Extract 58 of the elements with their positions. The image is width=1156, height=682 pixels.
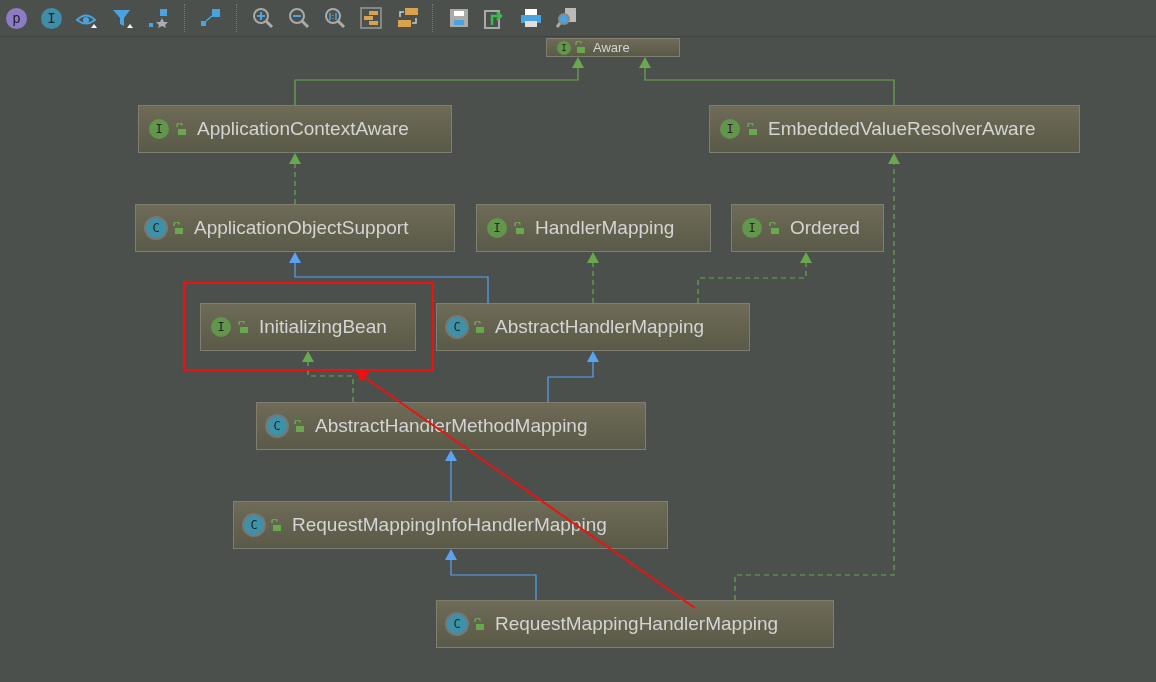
class-name: ApplicationContextAware bbox=[197, 118, 409, 140]
lock-icon bbox=[175, 122, 187, 136]
lock-icon bbox=[473, 617, 485, 631]
class-node[interactable]: I HandlerMapping bbox=[476, 204, 711, 252]
toolbar-button[interactable]: p bbox=[6, 7, 27, 29]
inheritance-arrow bbox=[445, 450, 457, 502]
interface-badge: I bbox=[720, 119, 740, 139]
actual-size-icon[interactable] bbox=[324, 7, 346, 29]
interface-badge: I bbox=[211, 317, 231, 337]
class-node[interactable]: I EmbeddedValueResolverAware bbox=[709, 105, 1080, 153]
lock-icon bbox=[237, 320, 249, 334]
class-name: InitializingBean bbox=[259, 316, 387, 338]
class-node[interactable]: I Aware bbox=[546, 38, 680, 57]
star-icon[interactable] bbox=[148, 8, 170, 28]
inheritance-arrow bbox=[302, 351, 354, 403]
zoom-out-icon[interactable] bbox=[288, 7, 310, 29]
class-node[interactable]: C ApplicationObjectSupport bbox=[135, 204, 455, 252]
toolbar-button[interactable]: I bbox=[41, 7, 62, 29]
interface-badge: I bbox=[742, 218, 762, 238]
class-name: AbstractHandlerMapping bbox=[495, 316, 705, 338]
arrows-icon[interactable] bbox=[200, 8, 222, 28]
interface-badge: I bbox=[487, 218, 507, 238]
save-icon[interactable] bbox=[449, 8, 469, 28]
print-preview-icon[interactable] bbox=[556, 7, 578, 29]
class-name: Ordered bbox=[790, 217, 860, 239]
lock-icon bbox=[513, 221, 525, 235]
class-node[interactable]: I ApplicationContextAware bbox=[138, 105, 452, 153]
lock-icon bbox=[270, 518, 282, 532]
interface-badge: I bbox=[149, 119, 169, 139]
class-badge: C bbox=[244, 515, 264, 535]
lock-icon bbox=[172, 221, 184, 235]
lock-icon bbox=[574, 41, 586, 54]
class-badge: C bbox=[447, 614, 467, 634]
filter-icon[interactable] bbox=[112, 8, 134, 28]
class-name: EmbeddedValueResolverAware bbox=[768, 118, 1036, 140]
layout-icon[interactable] bbox=[360, 7, 382, 29]
class-node[interactable]: C RequestMappingHandlerMapping bbox=[436, 600, 834, 648]
class-name: HandlerMapping bbox=[535, 217, 675, 239]
lock-icon bbox=[746, 122, 758, 136]
print-icon[interactable] bbox=[520, 8, 542, 28]
zoom-in-icon[interactable] bbox=[252, 7, 274, 29]
lock-icon bbox=[293, 419, 305, 433]
class-name: Aware bbox=[593, 40, 630, 55]
inheritance-arrow bbox=[289, 153, 301, 205]
interface-badge: I bbox=[557, 40, 571, 55]
inheritance-arrow bbox=[547, 351, 599, 403]
class-badge: C bbox=[267, 416, 287, 436]
class-name: RequestMappingHandlerMapping bbox=[495, 613, 779, 635]
class-badge: C bbox=[447, 317, 467, 337]
class-node[interactable]: C AbstractHandlerMapping bbox=[436, 303, 750, 351]
refresh-icon[interactable] bbox=[396, 7, 418, 29]
lock-icon bbox=[768, 221, 780, 235]
inheritance-arrow bbox=[587, 252, 599, 304]
class-node[interactable]: I InitializingBean bbox=[200, 303, 416, 351]
lock-icon bbox=[473, 320, 485, 334]
class-node[interactable]: I Ordered bbox=[731, 204, 884, 252]
class-name: ApplicationObjectSupport bbox=[194, 217, 409, 239]
class-badge: C bbox=[146, 218, 166, 238]
